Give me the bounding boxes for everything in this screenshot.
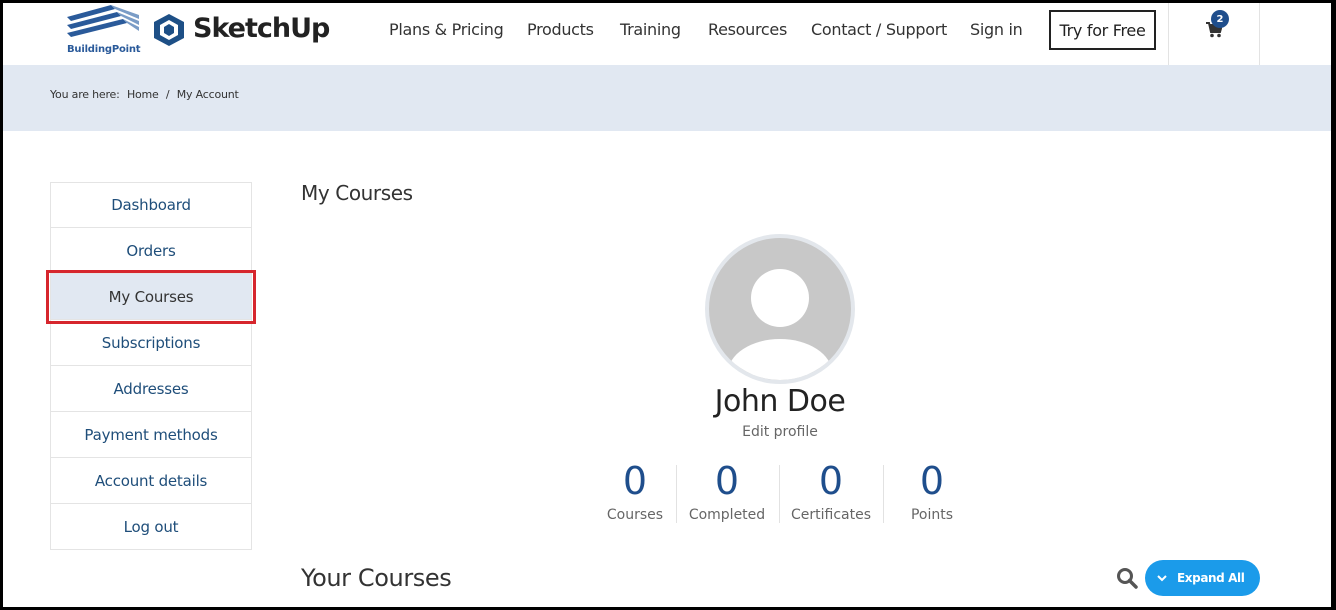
nav-plans-pricing[interactable]: Plans & Pricing [389, 20, 504, 39]
section-title: My Courses [301, 181, 413, 205]
buildingpoint-logo[interactable]: BuildingPoint [65, 5, 141, 59]
stat-value: 0 [818, 459, 844, 503]
stat-value: 0 [622, 459, 648, 503]
your-courses-title: Your Courses [301, 564, 452, 592]
breadcrumb-separator: / [165, 88, 170, 101]
sidebar-item-log-out[interactable]: Log out [50, 504, 252, 550]
avatar [705, 234, 855, 384]
sidebar-item-subscriptions[interactable]: Subscriptions [50, 320, 252, 366]
user-silhouette-icon [728, 269, 832, 380]
sidebar-item-orders[interactable]: Orders [50, 228, 252, 274]
stat-value: 0 [714, 459, 740, 503]
divider [779, 465, 780, 523]
course-stats: 0 Courses 0 Completed 0 Certificates 0 P… [597, 461, 965, 523]
sidebar-item-addresses[interactable]: Addresses [50, 366, 252, 412]
sketchup-wordmark[interactable]: SketchUp [193, 13, 330, 44]
stat-label: Courses [606, 507, 664, 523]
divider [676, 465, 677, 523]
stat-label: Points [910, 507, 954, 523]
edit-profile-link[interactable]: Edit profile [623, 424, 937, 440]
stat-label: Completed [688, 507, 766, 523]
active-item-highlight [46, 270, 256, 324]
page: BuildingPoint SketchUp Plans & Pricing P… [3, 3, 1331, 607]
sidebar-item-payment-methods[interactable]: Payment methods [50, 412, 252, 458]
account-sidebar: Dashboard Orders My Courses Subscription… [50, 182, 252, 550]
expand-all-label: Expand All [1177, 571, 1245, 585]
sketchup-logo-icon[interactable] [153, 13, 185, 47]
stat-courses: 0 Courses [597, 461, 673, 523]
breadcrumb: You are here: Home / My Account [50, 88, 243, 101]
nav-resources[interactable]: Resources [708, 20, 787, 39]
expand-all-button[interactable]: Expand All [1145, 560, 1260, 596]
stat-label: Certificates [790, 507, 871, 523]
search-icon[interactable] [1116, 567, 1138, 589]
sidebar-item-dashboard[interactable]: Dashboard [50, 182, 252, 228]
nav-products[interactable]: Products [527, 20, 594, 39]
chevron-down-icon [1157, 575, 1167, 582]
divider [1168, 3, 1169, 65]
stat-value: 0 [919, 459, 945, 503]
stat-completed: 0 Completed [679, 461, 775, 523]
try-for-free-button[interactable]: Try for Free [1049, 10, 1156, 50]
buildingpoint-wordmark: BuildingPoint [67, 44, 141, 55]
nav-sign-in[interactable]: Sign in [970, 20, 1023, 39]
buildingpoint-logo-icon [67, 5, 139, 37]
divider [883, 465, 884, 523]
divider [1259, 3, 1260, 65]
breadcrumb-current: My Account [176, 88, 239, 101]
sidebar-item-account-details[interactable]: Account details [50, 458, 252, 504]
stat-certificates: 0 Certificates [783, 461, 879, 523]
profile-name: John Doe [714, 384, 846, 419]
site-header: BuildingPoint SketchUp Plans & Pricing P… [3, 3, 1331, 65]
stat-points: 0 Points [891, 461, 973, 523]
nav-training[interactable]: Training [620, 20, 681, 39]
nav-contact-support[interactable]: Contact / Support [811, 20, 947, 39]
breadcrumb-home-link[interactable]: Home [127, 88, 159, 101]
breadcrumb-prefix: You are here: [50, 88, 120, 101]
cart-count-badge: 2 [1211, 10, 1229, 28]
